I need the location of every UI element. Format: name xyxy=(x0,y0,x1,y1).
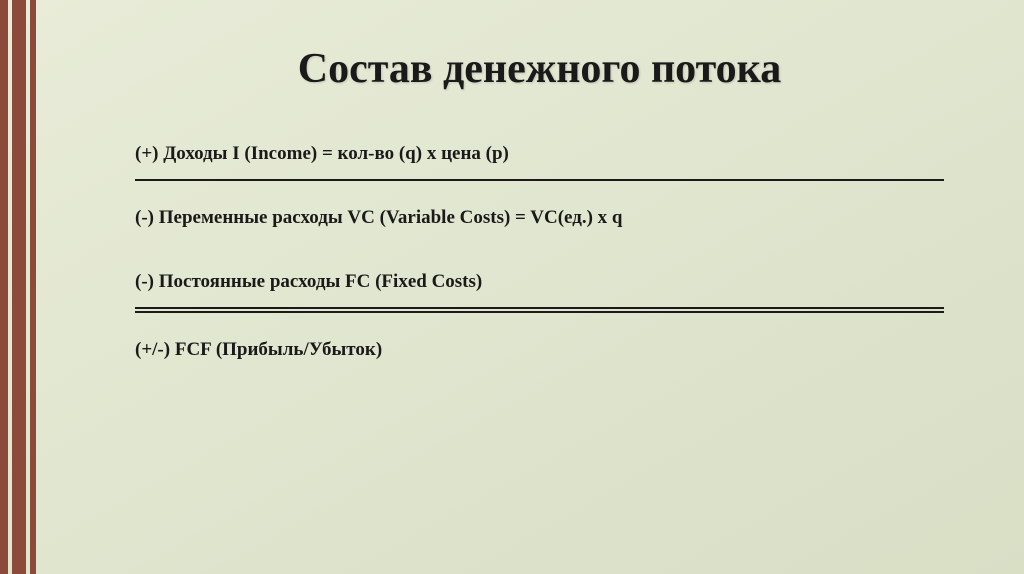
slide-content: Состав денежного потока (+) Доходы I (In… xyxy=(0,0,1024,415)
border-stripe xyxy=(0,0,8,574)
divider-single xyxy=(135,179,944,181)
left-decorative-border xyxy=(0,0,40,574)
border-stripe xyxy=(30,0,36,574)
fcf-line: (+/-) FCF (Прибыль/Убыток) xyxy=(135,339,944,361)
variable-costs-line: (-) Переменные расходы VC (Variable Cost… xyxy=(135,207,944,229)
divider-double xyxy=(135,307,944,313)
slide-title: Состав денежного потока xyxy=(135,45,944,93)
fixed-costs-line: (-) Постоянные расходы FC (Fixed Costs) xyxy=(135,271,944,293)
border-stripe xyxy=(12,0,26,574)
income-line: (+) Доходы I (Income) = кол-во (q) x цен… xyxy=(135,143,944,165)
spacer xyxy=(135,243,944,271)
